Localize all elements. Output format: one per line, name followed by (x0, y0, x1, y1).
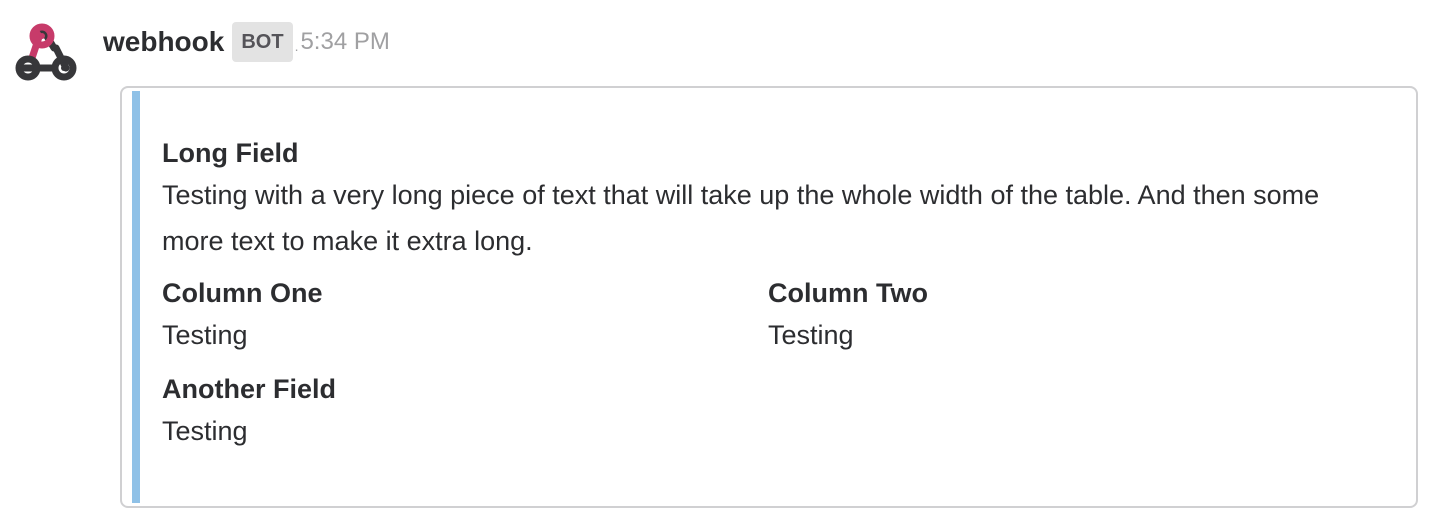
sender-name[interactable]: webhook (103, 26, 224, 58)
header-separator: . (294, 38, 299, 54)
short-fields: Column One Testing Column Two Testing An… (162, 274, 1376, 466)
field-value: Testing (162, 416, 248, 446)
field-value: Testing (162, 320, 248, 350)
timestamp[interactable]: 5:34 PM (300, 28, 389, 56)
field-title: Column Two (768, 278, 928, 308)
field-column-two: Column Two Testing (768, 274, 1374, 358)
message: webhook BOT . 5:34 PM Long Field Testing… (0, 0, 1445, 530)
bot-badge: BOT (232, 22, 293, 62)
field-title: Long Field (162, 138, 299, 168)
message-header: webhook BOT . 5:34 PM (103, 22, 390, 62)
webhook-icon[interactable] (14, 22, 78, 86)
field-value: Testing with a very long piece of text t… (162, 180, 1320, 256)
field-value: Testing (768, 320, 854, 350)
field-title: Column One (162, 278, 323, 308)
attachment-body: Long Field Testing with a very long piec… (162, 134, 1376, 466)
field-title: Another Field (162, 374, 336, 404)
field-another: Another Field Testing (162, 370, 768, 454)
field-column-one: Column One Testing (162, 274, 768, 358)
field-long: Long Field Testing with a very long piec… (162, 134, 1376, 264)
attachment-color-bar (132, 91, 140, 503)
attachment: Long Field Testing with a very long piec… (120, 86, 1418, 508)
